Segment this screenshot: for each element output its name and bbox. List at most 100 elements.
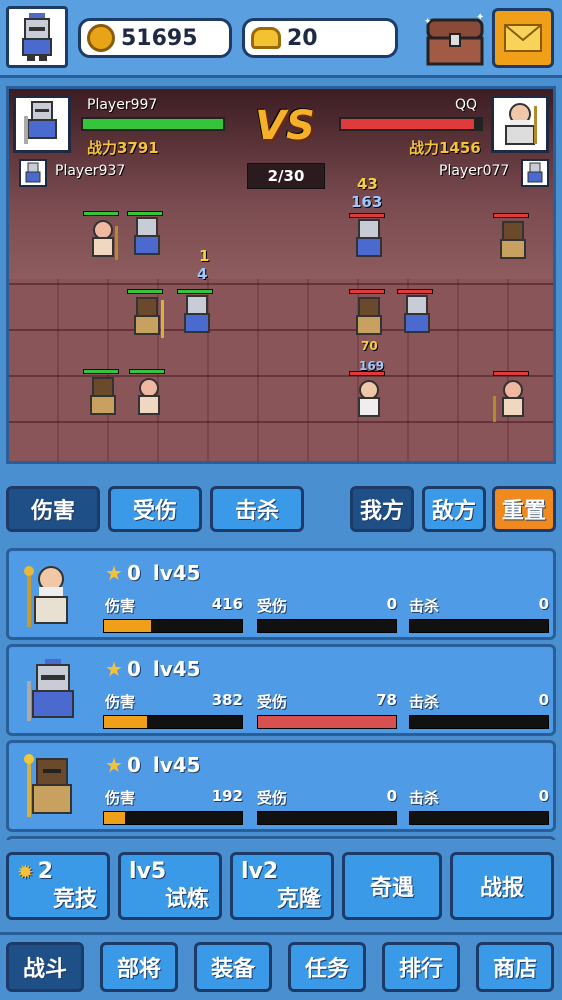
damage-bar	[103, 619, 243, 633]
our-side-button[interactable]: 我方	[350, 486, 414, 532]
damage-bar-fill	[104, 812, 125, 824]
ally-unit	[127, 289, 167, 346]
damage-bar-fill	[104, 716, 147, 728]
knight-mini-icon	[527, 162, 543, 183]
damage-number: 4	[197, 265, 208, 283]
damage-bar-fill	[104, 620, 151, 632]
adventure-label: 奇遇	[369, 876, 414, 901]
damage-label: 伤害	[105, 789, 136, 807]
clone-level: lv2	[241, 859, 279, 884]
trial-level: lv5	[129, 859, 167, 884]
hero-stat-card[interactable]: ★ 0 lv45 伤害 382 受伤 78 击杀 0	[6, 644, 556, 736]
damage-label: 伤害	[105, 693, 136, 711]
monk-unit-icon	[134, 297, 164, 338]
ingot-counter: 20	[242, 18, 398, 58]
ally-mini-portrait	[19, 159, 47, 187]
gold-amount: 51695	[121, 25, 198, 51]
player-name: Player997	[87, 97, 158, 113]
damage-bar	[103, 715, 243, 729]
reset-button[interactable]: 重置	[492, 486, 556, 532]
enemy-side-button[interactable]: 敌方	[422, 486, 486, 532]
damage-value: 382	[211, 691, 243, 709]
player-hp-bar	[81, 117, 225, 131]
monk-unit-icon	[356, 297, 382, 335]
kill-bar	[409, 715, 549, 729]
hero-stats-list[interactable]: ★ 0 lv45 伤害 416 受伤 0 击杀 0 ★ 0 lv45 伤害 38…	[6, 548, 556, 840]
hurt-value: 78	[376, 691, 397, 709]
enemy-portrait[interactable]	[491, 95, 549, 153]
clone-button[interactable]: lv2 克隆	[230, 852, 334, 920]
tab-equipment[interactable]: 装备	[194, 942, 272, 992]
divider	[0, 932, 562, 935]
filter-damage-button[interactable]: 伤害	[6, 486, 100, 532]
hero-stars: 0	[126, 561, 141, 585]
gold-coin-icon	[87, 24, 115, 52]
kill-label: 击杀	[409, 597, 440, 615]
filter-hurt-button[interactable]: 受伤	[108, 486, 202, 532]
hero-level: lv45	[152, 561, 201, 585]
tab-quests[interactable]: 任务	[288, 942, 366, 992]
kill-bar	[409, 811, 549, 825]
enemy-ally-mini-portrait	[521, 159, 549, 187]
ally-unit	[83, 211, 123, 268]
player-avatar[interactable]	[6, 6, 68, 68]
trial-button[interactable]: lv5 试炼	[118, 852, 222, 920]
enemy-ally-name: Player077	[439, 163, 510, 179]
enemy-unit	[397, 289, 437, 346]
kill-value: 0	[538, 595, 549, 613]
enemy-name: QQ	[455, 97, 478, 113]
hero-level: lv45	[152, 753, 201, 777]
arena-button[interactable]: ✹ 2 竞技	[6, 852, 110, 920]
hero-stat-card[interactable]: ★ 0 lv45 伤害 192 受伤 0 击杀 0	[6, 740, 556, 832]
damage-number: 70	[361, 339, 378, 353]
tab-generals[interactable]: 部将	[100, 942, 178, 992]
ingot-amount: 20	[287, 25, 318, 51]
mail-button[interactable]	[492, 8, 554, 68]
old-sage-hero-icon	[24, 566, 68, 627]
enemy-unit	[493, 371, 533, 428]
monk-unit-icon	[90, 377, 116, 415]
tab-shop[interactable]: 商店	[476, 942, 554, 992]
enemy-unit	[349, 371, 389, 428]
damage-value: 192	[211, 787, 243, 805]
filter-kills-button[interactable]: 击杀	[210, 486, 304, 532]
svg-text:✦: ✦	[476, 12, 484, 23]
ally-unit	[129, 369, 169, 426]
battle-report-label: 战报	[479, 876, 524, 901]
kill-label: 击杀	[409, 693, 440, 711]
player-portrait[interactable]	[13, 95, 71, 153]
kill-bar	[409, 619, 549, 633]
star-icon: ★	[105, 753, 123, 777]
clone-label: 克隆	[276, 887, 321, 912]
hurt-bar	[257, 715, 397, 729]
knight-avatar-icon	[22, 13, 52, 61]
battle-report-button[interactable]: 战报	[450, 852, 554, 920]
knight-portrait-icon	[24, 101, 57, 144]
envelope-icon	[504, 24, 542, 52]
hero-stat-card[interactable]: ★ 0 lv45 伤害 416 受伤 0 击杀 0	[6, 548, 556, 640]
treasure-chest-button[interactable]: ✦ ✦	[424, 10, 486, 68]
ally-unit	[83, 369, 123, 426]
damage-number: 43	[357, 175, 378, 193]
tab-battle[interactable]: 战斗	[6, 942, 84, 992]
rank-badge-icon: ✹	[17, 859, 34, 884]
svg-text:✦: ✦	[424, 17, 432, 27]
knight-mini-icon	[25, 162, 41, 183]
adventure-button[interactable]: 奇遇	[342, 852, 442, 920]
enemy-hp-bar	[339, 117, 483, 131]
knight-hero-icon	[27, 659, 74, 721]
hurt-label: 受伤	[257, 789, 288, 807]
arena-label: 竞技	[52, 887, 97, 912]
round-counter: 2/30	[247, 163, 325, 189]
knight-unit-icon	[356, 219, 382, 257]
monk-unit-icon	[493, 380, 524, 422]
knight-unit-icon	[134, 217, 160, 255]
trial-label: 试炼	[164, 887, 209, 912]
versus-label: VS	[255, 103, 315, 149]
tab-ranking[interactable]: 排行	[382, 942, 460, 992]
damage-number: 163	[351, 193, 383, 211]
hero-stat-card[interactable]	[6, 836, 556, 840]
hurt-bar	[257, 811, 397, 825]
damage-number: 1	[199, 247, 210, 265]
gold-counter: 51695	[78, 18, 232, 58]
